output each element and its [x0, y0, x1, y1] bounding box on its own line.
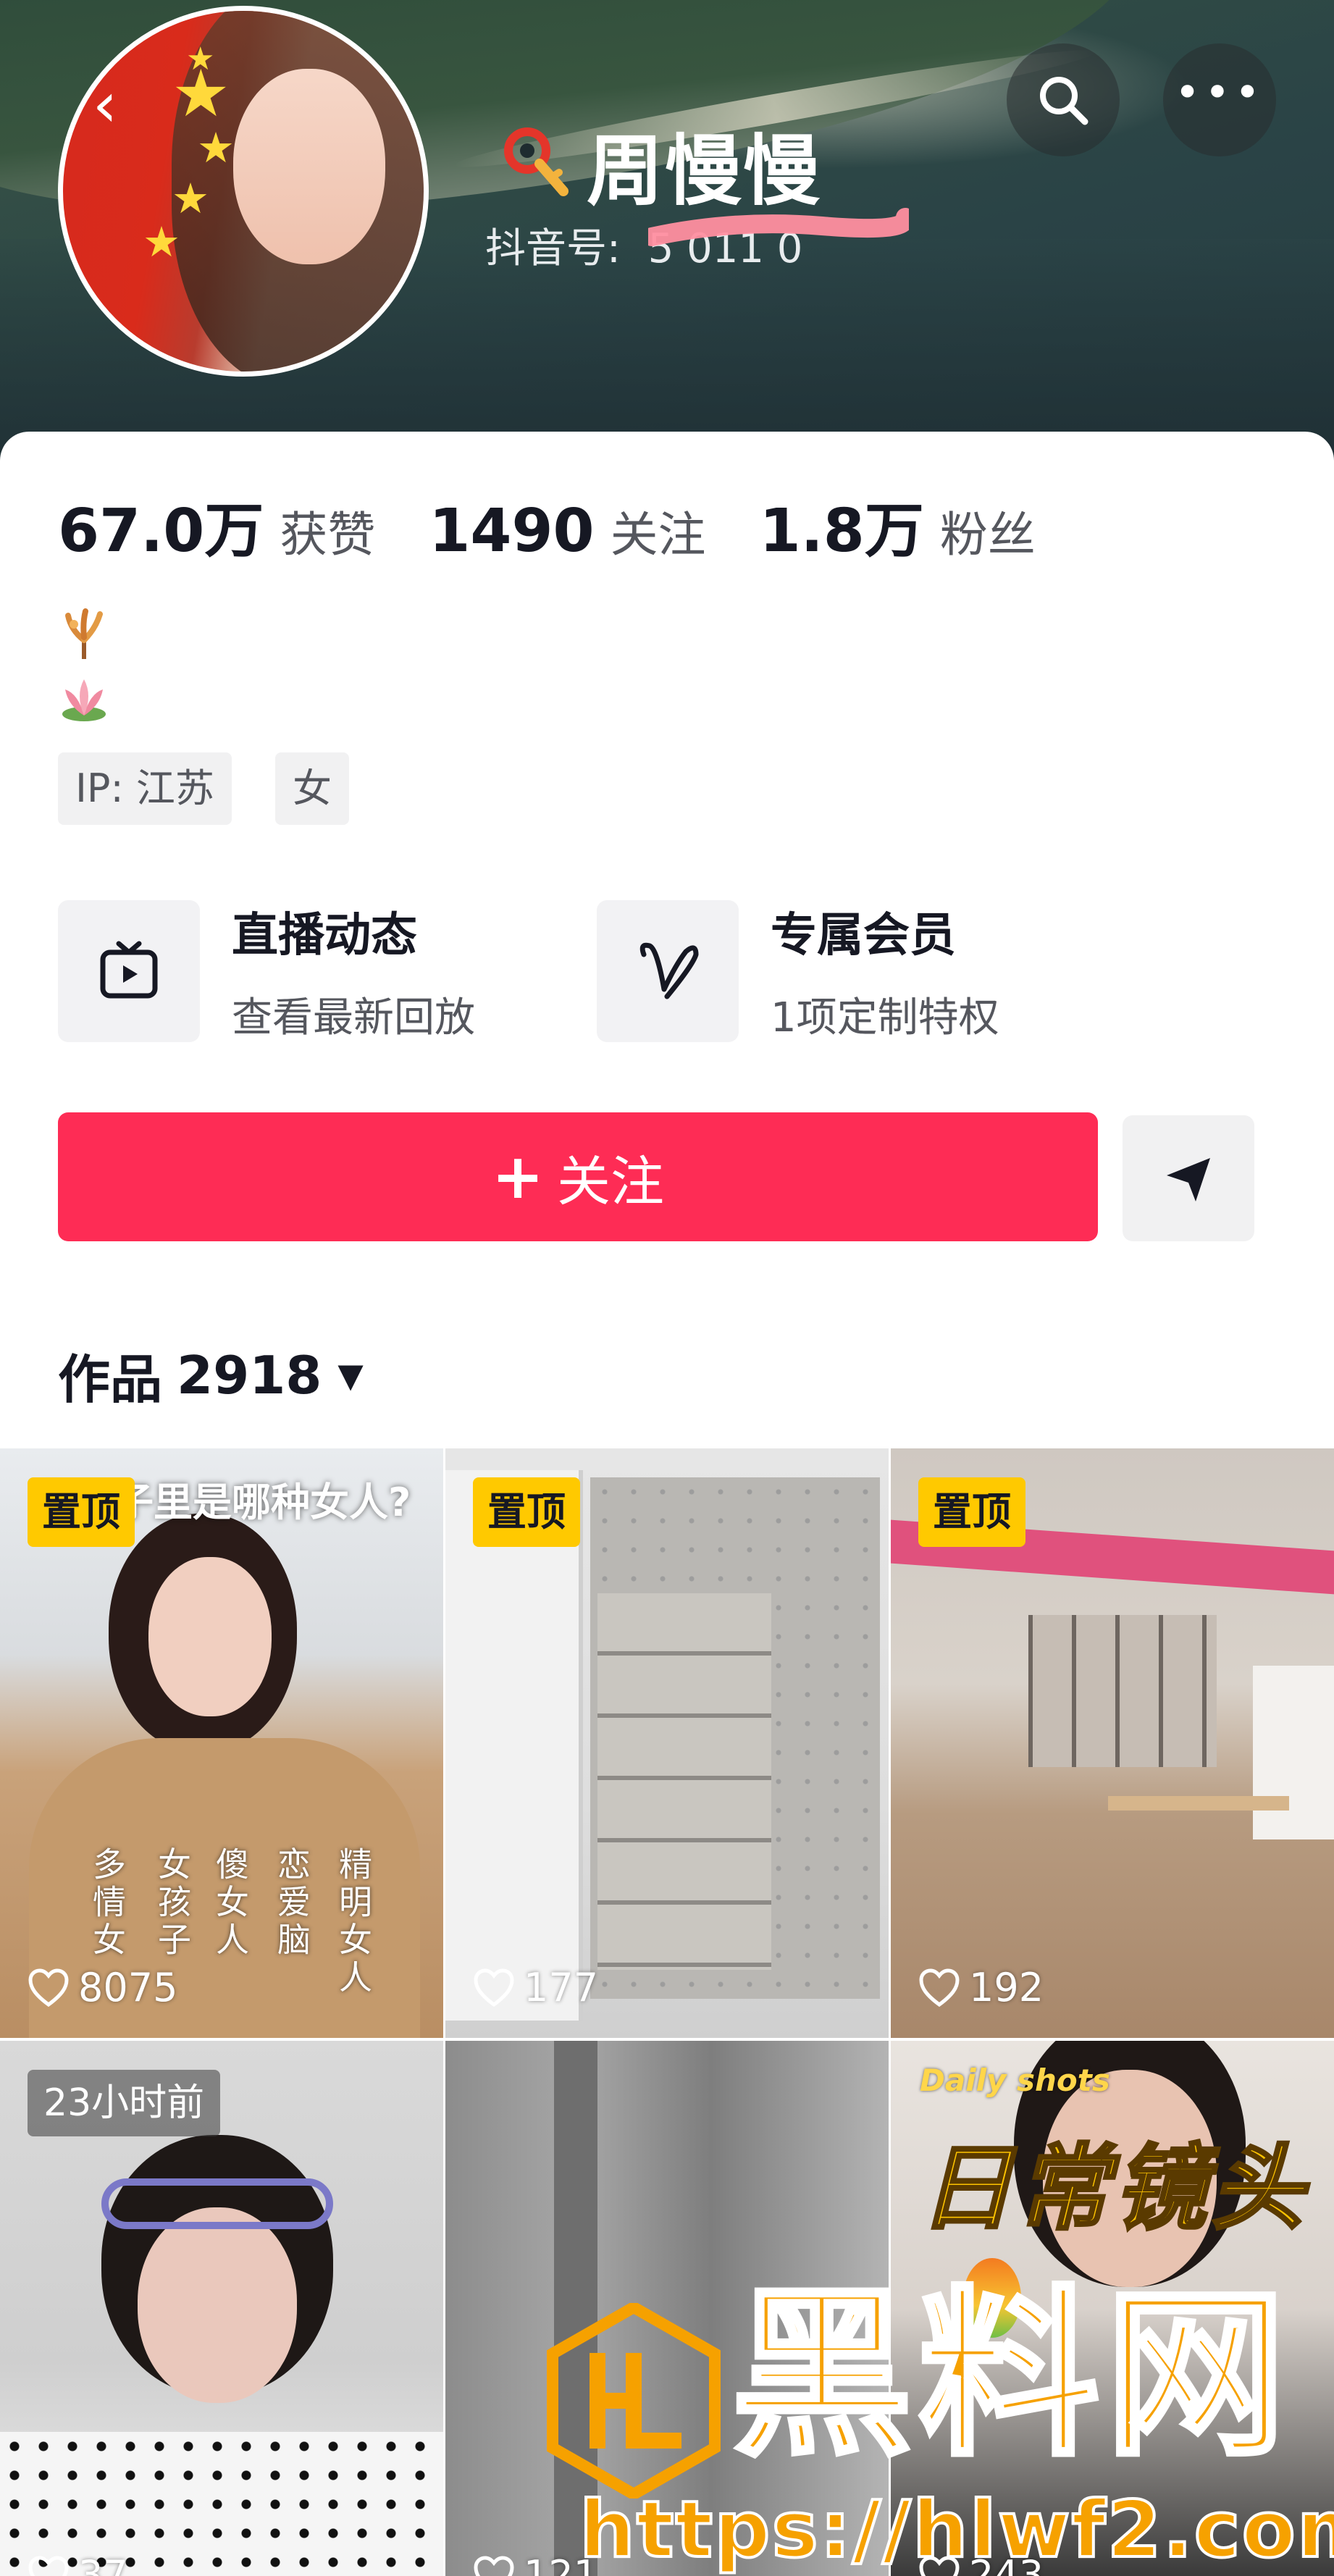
like-count: 177	[473, 1965, 598, 2010]
key-badge-icon	[504, 127, 569, 196]
stat-label: 粉丝	[939, 507, 1036, 563]
feature-subtitle: 1项定制特权	[771, 994, 999, 1041]
stat-label: 获赞	[280, 507, 376, 563]
profile-name: 周慢慢	[587, 127, 821, 216]
more-dots-icon: •••	[1174, 67, 1265, 118]
person-face	[138, 2207, 297, 2403]
time-ago-badge: 23小时前	[28, 2070, 221, 2136]
back-chevron-icon[interactable]: ‹	[80, 69, 130, 141]
like-count: 37	[28, 2552, 128, 2576]
overlay-vertical-text: 傻女人	[211, 1847, 250, 1960]
stat-number: 1490	[429, 497, 595, 566]
video-tile[interactable]: 23小时前 37	[0, 2041, 443, 2576]
overlay-vertical-text: 多情女	[88, 1847, 127, 1960]
workbench	[1108, 1796, 1289, 1811]
like-count-value: 177	[524, 1965, 599, 2010]
redaction-scribble	[648, 208, 909, 246]
gender-tag: 女	[275, 752, 349, 825]
lotus-flower-icon	[62, 679, 106, 721]
heart-icon	[474, 1968, 514, 2007]
like-count: 8075	[28, 1965, 177, 2010]
like-count-value: 192	[969, 1965, 1044, 2010]
overlay-vertical-text: 精明女人	[334, 1847, 373, 1997]
video-overlay-tag: Daily shots	[920, 2063, 1110, 2098]
stat-label: 关注	[610, 507, 706, 563]
pinned-badge: 置顶	[918, 1477, 1025, 1547]
heart-icon	[474, 2555, 514, 2576]
star-icon: ★	[143, 217, 180, 267]
works-label: 作品	[58, 1349, 163, 1410]
search-icon	[1040, 77, 1088, 125]
avatar[interactable]: ★ ★ ★ ★ ★	[58, 6, 429, 377]
stat-following[interactable]: 1490 关注	[429, 496, 705, 566]
avatar-face	[233, 69, 385, 264]
tv-icon	[100, 941, 158, 998]
search-button[interactable]	[1007, 43, 1120, 156]
share-button[interactable]	[1123, 1115, 1254, 1241]
works-count: 2918	[177, 1344, 322, 1406]
person-face	[148, 1557, 272, 1716]
watermark-logo	[547, 2303, 721, 2499]
heart-icon	[28, 2555, 69, 2576]
watermark-brand: 黑料网	[729, 2270, 1292, 2480]
feature-title: 直播动态	[232, 909, 417, 962]
stats-row: 67.0万 获赞 1490 关注 1.8万 粉丝	[58, 482, 1089, 569]
overlay-vertical-text: 恋爱脑	[272, 1847, 311, 1960]
watermark-url: https://hlwf2.com	[578, 2485, 1334, 2575]
stat-followers[interactable]: 1.8万 粉丝	[760, 482, 1036, 569]
video-overlay-title: 日常镜头	[918, 2134, 1309, 2244]
follow-button[interactable]: + 关注	[58, 1112, 1098, 1241]
like-count: 192	[918, 1965, 1044, 2010]
stat-number: 1.8万	[759, 497, 924, 566]
heart-icon	[919, 1968, 960, 2007]
follow-label: 关注	[557, 1150, 665, 1213]
works-tab[interactable]: 作品 2918 ▼	[58, 1337, 364, 1413]
video-tile[interactable]: 你骨子里是哪种女人? 多情女 女孩子 傻女人 恋爱脑 精明女人 置顶 8075	[0, 1448, 443, 2038]
feature-subtitle: 查看最新回放	[232, 994, 475, 1041]
ip-location-tag: IP: 江苏	[58, 752, 232, 825]
plus-icon: +	[491, 1141, 545, 1213]
video-tile[interactable]: 置顶 177	[445, 1448, 889, 2038]
feature-icon-box	[597, 899, 739, 1042]
window-light	[1253, 1666, 1334, 1839]
stat-number: 67.0万	[58, 497, 264, 566]
video-tile[interactable]: 置顶 192	[891, 1448, 1334, 2038]
overlay-vertical-text: 女孩子	[153, 1847, 192, 1960]
feature-title: 专属会员	[771, 909, 956, 962]
heart-icon	[28, 1968, 69, 2007]
feature-membership[interactable]: 专属会员 1项定制特权	[597, 898, 999, 1044]
heart-v-icon	[639, 942, 699, 999]
douyin-id-label: 抖音号:	[485, 225, 621, 272]
send-icon	[1167, 1158, 1210, 1201]
star-icon: ★	[197, 123, 235, 172]
feature-icon-box	[58, 899, 200, 1042]
wardrobe-panel	[445, 1470, 583, 2021]
coral-flower-icon	[65, 608, 103, 659]
shelving	[1028, 1615, 1217, 1767]
star-icon: ★	[172, 174, 209, 223]
pinned-badge: 置顶	[28, 1477, 135, 1547]
stat-likes[interactable]: 67.0万 获赞	[58, 482, 375, 569]
feature-live-moments[interactable]: 直播动态 查看最新回放	[58, 898, 475, 1044]
more-button[interactable]: •••	[1163, 43, 1276, 156]
pinned-badge: 置顶	[473, 1477, 580, 1547]
sunglasses	[101, 2178, 333, 2229]
star-icon: ★	[186, 41, 215, 77]
like-count-value: 37	[78, 2552, 128, 2576]
shoe-cabinet	[597, 1593, 771, 1970]
like-count-value: 8075	[78, 1965, 178, 2010]
caret-down-icon: ▼	[337, 1355, 364, 1395]
